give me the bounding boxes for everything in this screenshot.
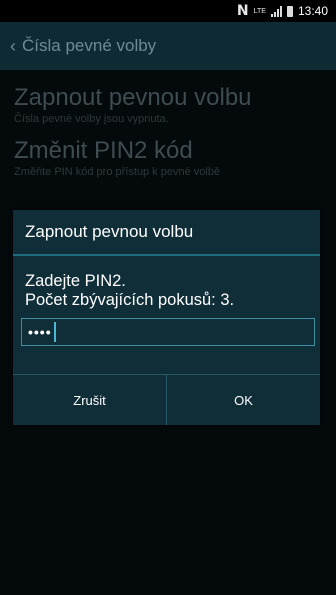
setting-change-pin2[interactable]: Změnit PIN2 kód Změňte PIN kód pro příst… bbox=[14, 137, 220, 178]
clock: 13:40 bbox=[297, 4, 328, 18]
action-bar: ‹ Čísla pevné volby bbox=[0, 22, 336, 70]
status-bar: N LTE 13:40 bbox=[0, 0, 336, 22]
pin2-input[interactable]: •••• bbox=[21, 318, 315, 346]
cancel-button[interactable]: Zrušit bbox=[13, 375, 166, 425]
setting-summary: Čísla pevné volby jsou vypnuta. bbox=[14, 113, 169, 125]
lte-icon: LTE bbox=[253, 7, 266, 15]
pin2-dialog: Zapnout pevnou volbu Zadejte PIN2. Počet… bbox=[13, 210, 320, 425]
signal-icon bbox=[270, 5, 282, 17]
dialog-body: Zadejte PIN2. Počet zbývajících pokusů: … bbox=[13, 256, 320, 346]
ok-button[interactable]: OK bbox=[166, 375, 320, 425]
battery-icon bbox=[286, 5, 293, 17]
nfc-icon: N bbox=[236, 3, 249, 19]
page-title: Čísla pevné volby bbox=[22, 36, 157, 55]
setting-summary: Změňte PIN kód pro přístup k pevné volbě bbox=[14, 166, 221, 178]
text-cursor bbox=[53, 322, 56, 342]
dialog-message-line2: Počet zbývajících pokusů: 3. bbox=[25, 291, 235, 309]
dialog-message-line1: Zadejte PIN2. bbox=[25, 272, 126, 290]
setting-enable-fdn[interactable]: Zapnout pevnou volbu Čísla pevné volby j… bbox=[14, 84, 252, 125]
back-icon[interactable]: ‹ bbox=[10, 36, 16, 57]
dialog-title: Zapnout pevnou volbu bbox=[13, 210, 320, 256]
pin2-value: •••• bbox=[28, 323, 52, 340]
dialog-buttons: Zrušit OK bbox=[13, 374, 320, 425]
setting-title: Zapnout pevnou volbu bbox=[14, 84, 252, 111]
setting-title: Změnit PIN2 kód bbox=[14, 137, 193, 164]
